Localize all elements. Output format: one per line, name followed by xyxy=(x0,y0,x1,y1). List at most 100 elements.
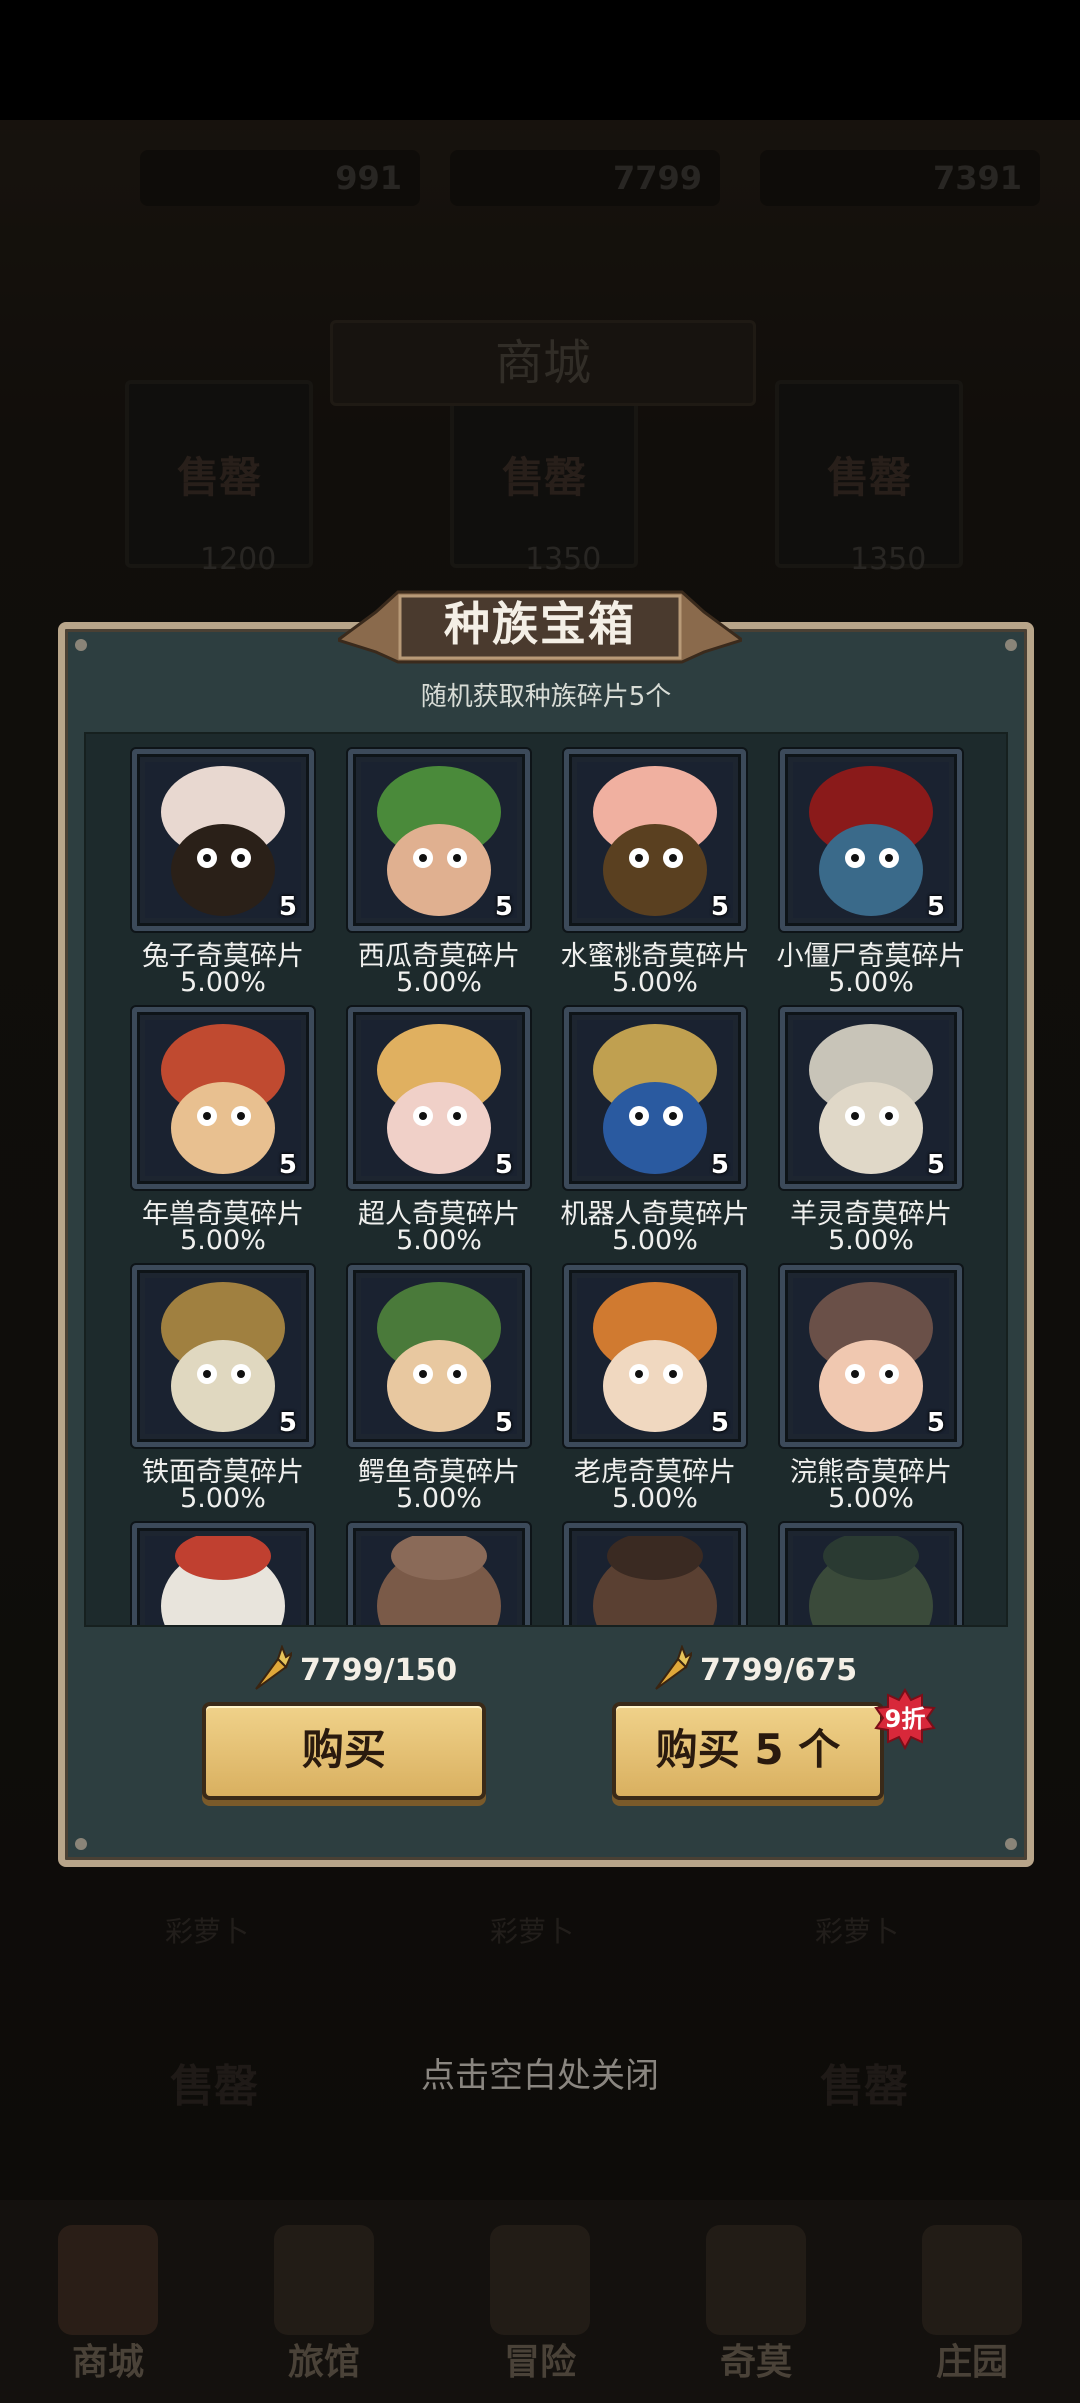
fragment-item[interactable]: 5 浣熊奇莫碎片 5.00% xyxy=(778,1265,964,1520)
item-frame: 5 xyxy=(348,1265,530,1447)
fragment-count: 5 xyxy=(710,892,729,922)
item-frame: 5 xyxy=(780,1007,962,1189)
fragment-item[interactable]: 5 老虎奇莫碎片 5.00% xyxy=(562,1265,748,1520)
nian-beast-portrait-icon xyxy=(145,1020,301,1176)
nav-label: 庄园 xyxy=(935,2342,1008,2383)
item-frame: 5 xyxy=(132,1265,314,1447)
nav-label: 奇莫 xyxy=(719,2342,792,2383)
manor-icon xyxy=(922,2225,1022,2335)
fragment-probability: 5.00% xyxy=(612,1225,698,1256)
item-frame: 5 xyxy=(564,1265,746,1447)
fragment-probability: 5.00% xyxy=(612,1483,698,1514)
nav-label: 商城 xyxy=(71,2342,144,2383)
goat-spirit-portrait-icon xyxy=(793,1020,949,1176)
fragment-probability: 5.00% xyxy=(612,967,698,998)
item-frame: 5 xyxy=(780,1265,962,1447)
inn-icon xyxy=(274,2225,374,2335)
fragment-count: 5 xyxy=(494,1408,513,1438)
fragment-grid[interactable]: 5 兔子奇莫碎片 5.00% 5 西瓜奇莫碎片 5.00% 5 水蜜桃奇莫碎片 5.00% 5 小僵… xyxy=(84,732,1008,1627)
fragment-item[interactable]: 5 兔子奇莫碎片 5.00% xyxy=(130,749,316,1004)
fragment-item[interactable]: 5 小僵尸奇莫碎片 5.00% xyxy=(777,749,966,1004)
fragment-item[interactable]: 5 机器人奇莫碎片 5.00% xyxy=(561,1007,750,1262)
frog-portrait-icon xyxy=(793,1536,949,1625)
rivet xyxy=(75,1838,87,1850)
peach-portrait-icon xyxy=(577,762,733,918)
fragment-probability: 5.00% xyxy=(396,1483,482,1514)
fragment-probability: 5.00% xyxy=(396,967,482,998)
item-frame: 5 xyxy=(348,1007,530,1189)
fragment-item-partial[interactable] xyxy=(562,1523,748,1625)
discount-label: 9折 xyxy=(884,1705,926,1733)
fragment-item[interactable]: 5 鳄鱼奇莫碎片 5.00% xyxy=(346,1265,532,1520)
character-icon xyxy=(706,2225,806,2335)
item-frame xyxy=(132,1523,314,1625)
fragment-count: 5 xyxy=(494,892,513,922)
crocodile-portrait-icon xyxy=(361,1278,517,1434)
fragment-item[interactable]: 5 年兽奇莫碎片 5.00% xyxy=(130,1007,316,1262)
buy-five-cost: 7799/675 xyxy=(648,1640,857,1700)
tiger-portrait-icon xyxy=(577,1278,733,1434)
item-frame: 5 xyxy=(132,749,314,931)
dialog-title: 种族宝箱 xyxy=(444,597,636,651)
shop-icon xyxy=(58,2225,158,2335)
fragment-count: 5 xyxy=(278,1150,297,1180)
iron-mask-portrait-icon xyxy=(145,1278,301,1434)
item-frame xyxy=(348,1523,530,1625)
fragment-probability: 5.00% xyxy=(180,1483,266,1514)
nav-inn[interactable]: 旅馆 xyxy=(216,2200,432,2403)
fragment-count: 5 xyxy=(926,1150,945,1180)
fragment-item-partial[interactable] xyxy=(346,1523,532,1625)
nav-label: 冒险 xyxy=(503,2342,576,2383)
zombie-portrait-icon xyxy=(793,762,949,918)
nav-adventure[interactable]: 冒险 xyxy=(432,2200,648,2403)
nav-manor[interactable]: 庄园 xyxy=(864,2200,1080,2403)
item-frame: 5 xyxy=(348,749,530,931)
fragment-count: 5 xyxy=(710,1150,729,1180)
raccoon-portrait-icon xyxy=(793,1278,949,1434)
bottom-nav: 商城 旅馆 冒险 奇莫 庄园 xyxy=(0,2200,1080,2403)
rabbit-portrait-icon xyxy=(145,762,301,918)
carrot-icon xyxy=(655,1645,692,1690)
item-frame: 5 xyxy=(780,749,962,931)
buy-five-button[interactable]: 购买 5 个 xyxy=(612,1702,884,1800)
dialog-subtitle: 随机获取种族碎片5个 xyxy=(420,682,672,712)
nav-shop[interactable]: 商城 xyxy=(0,2200,216,2403)
fragment-count: 5 xyxy=(710,1408,729,1438)
nav-characters[interactable]: 奇莫 xyxy=(648,2200,864,2403)
chicken-portrait-icon xyxy=(145,1536,301,1625)
fragment-count: 5 xyxy=(926,1408,945,1438)
fragment-count: 5 xyxy=(926,892,945,922)
fragment-item[interactable]: 5 西瓜奇莫碎片 5.00% xyxy=(346,749,532,1004)
buy-one-button[interactable]: 购买 xyxy=(202,1702,486,1800)
close-hint[interactable]: 点击空白处关闭 xyxy=(0,2048,1080,2097)
superman-portrait-icon xyxy=(361,1020,517,1176)
fragment-count: 5 xyxy=(494,1150,513,1180)
fragment-item-partial[interactable] xyxy=(130,1523,316,1625)
buy-one-cost: 7799/150 xyxy=(248,1640,457,1700)
fragment-item[interactable]: 5 羊灵奇莫碎片 5.00% xyxy=(778,1007,964,1262)
fragment-count: 5 xyxy=(278,892,297,922)
crossed-swords-icon xyxy=(490,2225,590,2335)
fragment-probability: 5.00% xyxy=(180,967,266,998)
fragment-probability: 5.00% xyxy=(396,1225,482,1256)
robot-portrait-icon xyxy=(577,1020,733,1176)
fragment-item[interactable]: 5 超人奇莫碎片 5.00% xyxy=(346,1007,532,1262)
item-frame: 5 xyxy=(564,1007,746,1189)
fragment-probability: 5.00% xyxy=(828,1483,914,1514)
item-frame: 5 xyxy=(132,1007,314,1189)
fragment-item[interactable]: 5 水蜜桃奇莫碎片 5.00% xyxy=(561,749,750,1004)
fragment-item-partial[interactable] xyxy=(778,1523,964,1625)
status-bar xyxy=(0,0,1080,120)
fragment-count: 5 xyxy=(278,1408,297,1438)
fragment-item[interactable]: 5 铁面奇莫碎片 5.00% xyxy=(130,1265,316,1520)
fragment-probability: 5.00% xyxy=(180,1225,266,1256)
nav-label: 旅馆 xyxy=(287,2342,360,2383)
fragment-probability: 5.00% xyxy=(828,1225,914,1256)
fragment-probability: 5.00% xyxy=(828,967,914,998)
item-frame xyxy=(564,1523,746,1625)
rivet xyxy=(75,639,87,651)
watermelon-portrait-icon xyxy=(361,762,517,918)
cowboy-portrait-icon xyxy=(577,1536,733,1625)
item-frame xyxy=(780,1523,962,1625)
carrot-icon xyxy=(255,1645,292,1690)
